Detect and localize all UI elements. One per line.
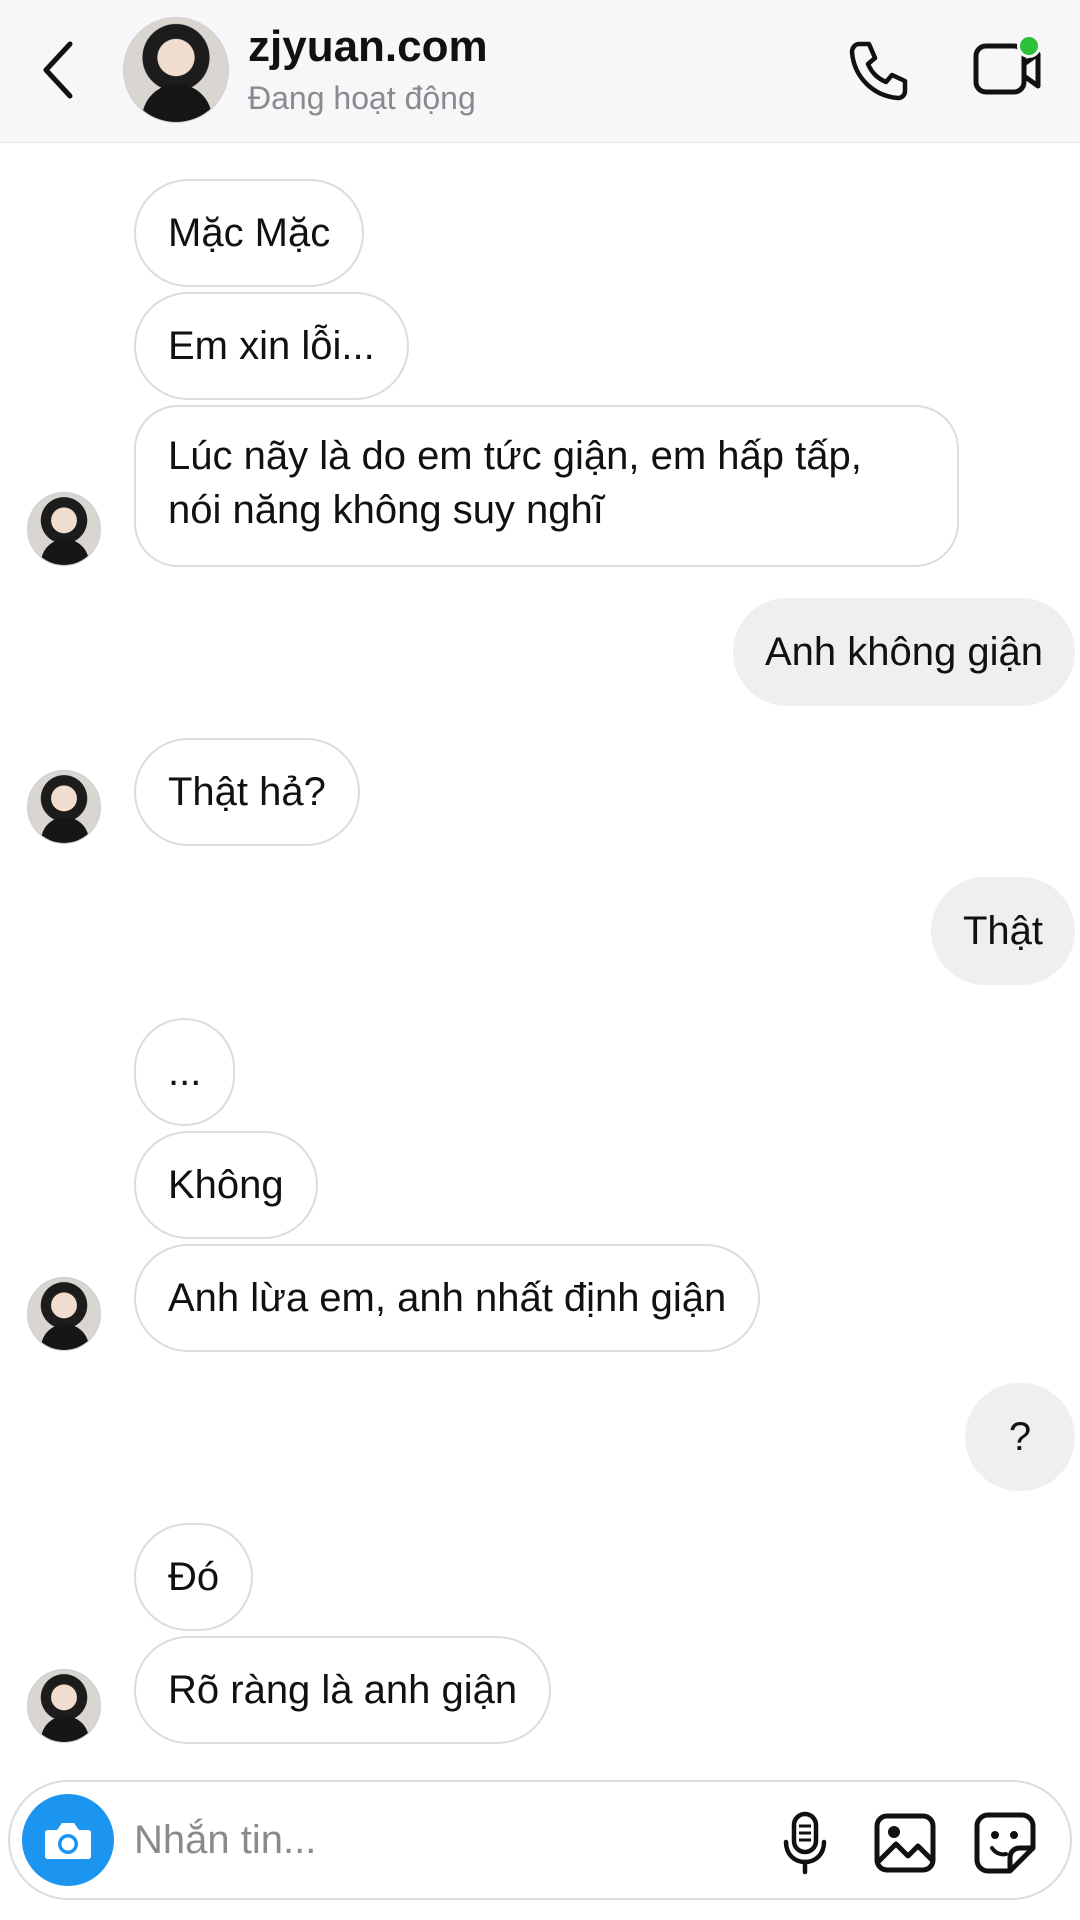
contact-avatar[interactable] [123,17,229,123]
message-input[interactable] [134,1810,734,1870]
message-bubble-outgoing[interactable]: ? [965,1383,1075,1491]
chat-header: zjyuan.com Đang hoạt động [0,0,1080,143]
message-bubble-incoming[interactable]: Lúc nãy là do em tức giận, em hấp tấp, n… [134,405,959,567]
sender-avatar[interactable] [27,770,101,844]
message-bubble-incoming[interactable]: Anh lừa em, anh nhất định giận [134,1244,761,1352]
message-bubble-outgoing[interactable]: Thật [930,877,1075,985]
message-composer [8,1780,1072,1900]
message-bubble-outgoing[interactable]: Anh không giận [732,598,1075,706]
message-bubble-incoming[interactable]: ... [134,1018,236,1126]
contact-status: Đang hoạt động [248,80,476,116]
sticker-icon [974,1812,1036,1874]
contact-name[interactable]: zjyuan.com [248,22,488,72]
sender-avatar[interactable] [27,492,101,566]
camera-button[interactable] [22,1794,114,1886]
message-bubble-incoming[interactable]: Thật hả? [134,738,360,846]
back-chevron-icon [43,41,73,99]
online-indicator [1017,34,1041,58]
message-bubble-incoming[interactable]: Không [134,1131,318,1239]
message-bubble-incoming[interactable]: Rõ ràng là anh giận [134,1636,552,1744]
voice-call-button[interactable] [845,38,911,104]
gallery-icon [874,1813,936,1873]
message-bubble-incoming[interactable]: Em xin lỗi... [134,292,409,400]
phone-icon [849,41,908,101]
sticker-button[interactable] [972,1810,1038,1876]
camera-icon [45,1823,91,1859]
gallery-button[interactable] [872,1810,938,1876]
message-bubble-incoming[interactable]: Mặc Mặc [134,179,365,287]
sender-avatar[interactable] [27,1669,101,1743]
microphone-icon [783,1811,827,1875]
back-button[interactable] [38,38,78,102]
voice-message-button[interactable] [772,1810,838,1876]
sender-avatar[interactable] [27,1277,101,1351]
message-bubble-incoming[interactable]: Đó [134,1523,254,1631]
